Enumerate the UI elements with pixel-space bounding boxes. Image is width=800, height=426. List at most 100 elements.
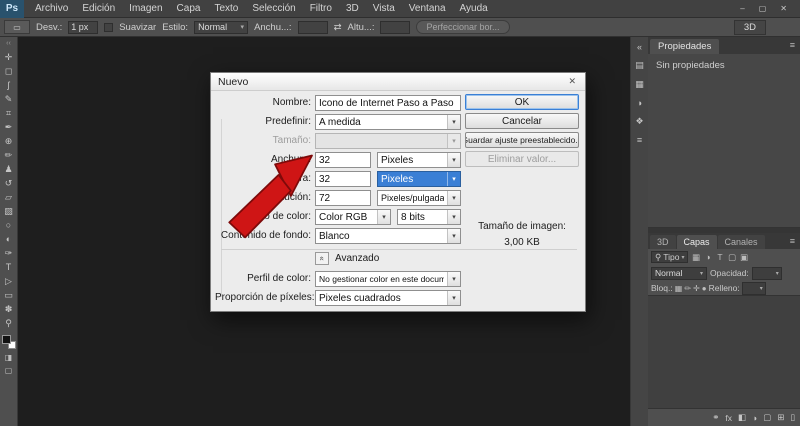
marquee-tool-icon[interactable]: ◻ <box>2 64 16 78</box>
name-input[interactable] <box>315 95 461 111</box>
tool-preset-picker[interactable]: ▭ <box>4 20 30 34</box>
lasso-tool-icon[interactable]: ʃ <box>2 78 16 92</box>
menu-item[interactable]: Vista <box>366 0 402 18</box>
height-input[interactable] <box>380 20 411 34</box>
save-preset-button[interactable]: Guardar ajuste preestablecido... <box>465 132 579 148</box>
blend-mode-dropdown[interactable]: Normal <box>651 266 707 280</box>
tab-3d[interactable]: 3D <box>650 235 676 249</box>
lock-pixels-icon[interactable]: ✏ <box>684 284 691 293</box>
lock-position-icon[interactable]: ✛ <box>693 284 700 293</box>
resolution-input[interactable] <box>315 190 371 206</box>
dodge-tool-icon[interactable]: ◐ <box>2 232 16 246</box>
tab-canales[interactable]: Canales <box>717 235 765 249</box>
new-layer-icon[interactable]: ⊞ <box>777 412 784 423</box>
quick-selection-tool-icon[interactable]: ✎ <box>2 92 16 106</box>
menu-item[interactable]: Ayuda <box>453 0 495 18</box>
pixel-aspect-dropdown[interactable]: Pixeles cuadrados <box>315 290 461 306</box>
width-unit-dropdown[interactable]: Pixeles <box>377 152 461 168</box>
filter-type-layers-icon[interactable]: T <box>714 252 725 263</box>
feather-input[interactable] <box>68 20 99 34</box>
quick-mask-icon[interactable]: ◨ <box>5 353 13 362</box>
lock-all-icon[interactable]: ● <box>702 284 707 293</box>
toolbox: ‹‹ ✛ ◻ ʃ ✎ ⌗ ✒ ⊕ ✏ ♟ ↺ ▱ ▨ ○ ◐ ✑ T ▷ ▭ ✽ ⚲ ◨ ▢ <box>0 37 18 426</box>
restore-button[interactable]: ▢ <box>752 4 774 13</box>
resolution-unit-dropdown[interactable]: Pixeles/pulgada <box>377 190 461 206</box>
preset-dropdown[interactable]: A medida <box>315 114 461 130</box>
menu-item[interactable]: Filtro <box>303 0 339 18</box>
move-tool-icon[interactable]: ✛ <box>2 50 16 64</box>
ok-button[interactable]: OK <box>465 94 579 110</box>
toolbox-grip[interactable]: ‹‹ <box>6 40 11 50</box>
width-input[interactable] <box>315 152 371 168</box>
gradient-tool-icon[interactable]: ▨ <box>2 204 16 218</box>
width-input[interactable] <box>297 20 328 34</box>
close-button[interactable]: ✕ <box>773 4 794 13</box>
path-selection-tool-icon[interactable]: ▷ <box>2 274 16 288</box>
adjustments-panel-icon[interactable]: ◑ <box>637 98 642 108</box>
minimize-button[interactable]: – <box>733 4 751 13</box>
screen-mode-icon[interactable]: ▢ <box>5 366 13 375</box>
pen-tool-icon[interactable]: ✑ <box>2 246 16 260</box>
type-tool-icon[interactable]: T <box>2 260 16 274</box>
clone-stamp-tool-icon[interactable]: ♟ <box>2 162 16 176</box>
properties-panel-menu-icon[interactable]: ≡ <box>790 40 795 50</box>
filter-shape-layers-icon[interactable]: ▢ <box>726 252 737 263</box>
info-panel-icon[interactable]: ≡ <box>637 135 642 145</box>
swatches-panel-icon[interactable]: ▦ <box>635 79 644 90</box>
lock-transparency-icon[interactable]: ▦ <box>675 284 683 293</box>
brush-tool-icon[interactable]: ✏ <box>2 148 16 162</box>
color-profile-dropdown[interactable]: No gestionar color en este documento <box>315 271 461 287</box>
cancel-button[interactable]: Cancelar <box>465 113 579 129</box>
menu-item[interactable]: Texto <box>207 0 245 18</box>
menu-item[interactable]: Selección <box>245 0 302 18</box>
dialog-title-bar[interactable]: Nuevo ✕ <box>211 73 585 91</box>
healing-brush-tool-icon[interactable]: ⊕ <box>2 134 16 148</box>
tab-capas[interactable]: Capas <box>676 235 717 249</box>
rectangle-tool-icon[interactable]: ▭ <box>2 288 16 302</box>
filter-adjustment-layers-icon[interactable]: ◑ <box>702 252 713 263</box>
filter-pixel-layers-icon[interactable]: ▦ <box>690 252 701 263</box>
layer-effects-icon[interactable]: fx <box>725 413 732 423</box>
opacity-dropdown[interactable] <box>751 266 782 280</box>
background-contents-dropdown[interactable]: Blanco <box>315 228 461 244</box>
menu-item[interactable]: 3D <box>339 0 366 18</box>
color-mode-dropdown[interactable]: Color RGB <box>315 209 391 225</box>
new-group-icon[interactable]: ▢ <box>763 412 771 423</box>
tab-propiedades[interactable]: Propiedades <box>650 39 720 54</box>
blur-tool-icon[interactable]: ○ <box>2 218 16 232</box>
styles-panel-icon[interactable]: ❖ <box>635 116 643 127</box>
zoom-tool-icon[interactable]: ⚲ <box>2 316 16 330</box>
swap-dimensions-icon[interactable]: ⇄ <box>334 22 342 33</box>
layers-panel-menu-icon[interactable]: ≡ <box>790 236 795 246</box>
dialog-close-icon[interactable]: ✕ <box>566 76 578 87</box>
menu-item[interactable]: Ventana <box>402 0 453 18</box>
color-panel-icon[interactable]: ▤ <box>635 60 644 71</box>
workspace-switcher[interactable]: 3D <box>733 19 766 35</box>
link-layers-icon[interactable]: ⚭ <box>712 412 719 423</box>
crop-tool-icon[interactable]: ⌗ <box>2 106 16 120</box>
menu-item[interactable]: Edición <box>75 0 122 18</box>
menu-item[interactable]: Capa <box>170 0 208 18</box>
height-unit-dropdown[interactable]: Pixeles <box>377 171 461 187</box>
antialias-checkbox[interactable] <box>104 22 114 32</box>
color-swatches[interactable] <box>1 335 16 349</box>
filter-smart-objects-icon[interactable]: ▣ <box>738 252 749 263</box>
layer-filter-dropdown[interactable]: ⚲ Tipo <box>651 251 689 263</box>
eraser-tool-icon[interactable]: ▱ <box>2 190 16 204</box>
adjustment-layer-icon[interactable]: ◑ <box>752 413 757 423</box>
add-mask-icon[interactable]: ◧ <box>738 412 746 423</box>
eyedropper-tool-icon[interactable]: ✒ <box>2 120 16 134</box>
menu-item[interactable]: Imagen <box>122 0 169 18</box>
menu-item[interactable]: Archivo <box>28 0 75 18</box>
collapse-dock-icon[interactable]: « <box>637 42 642 52</box>
advanced-toggle[interactable]: « <box>315 252 329 265</box>
history-brush-tool-icon[interactable]: ↺ <box>2 176 16 190</box>
height-input[interactable] <box>315 171 371 187</box>
refine-edge-button[interactable]: Perfeccionar bor... <box>416 20 510 34</box>
foreground-color-swatch[interactable] <box>1 335 11 344</box>
bit-depth-dropdown[interactable]: 8 bits <box>397 209 461 225</box>
fill-dropdown[interactable] <box>741 281 766 295</box>
style-dropdown[interactable]: Normal <box>194 20 249 34</box>
delete-layer-icon[interactable]: ▯ <box>790 412 795 423</box>
hand-tool-icon[interactable]: ✽ <box>2 302 16 316</box>
